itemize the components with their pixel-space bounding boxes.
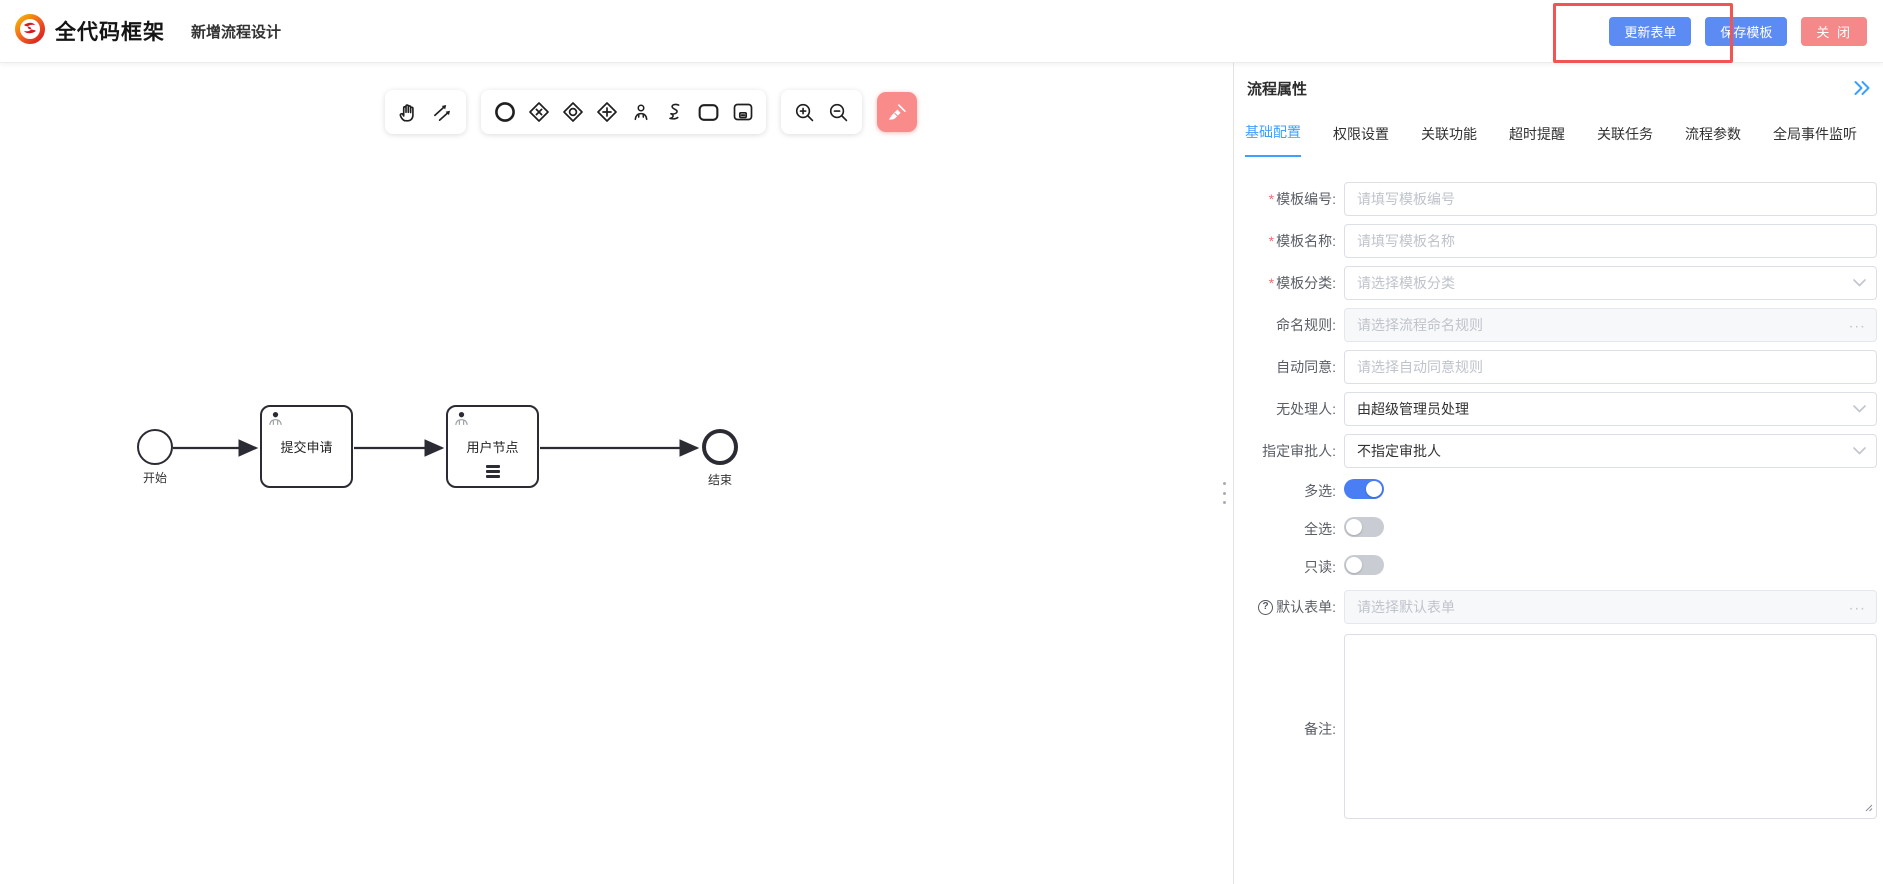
task-label: 用户节点 — [466, 437, 518, 456]
multi-select-toggle[interactable] — [1344, 479, 1384, 499]
auto-agree-input[interactable] — [1344, 350, 1877, 384]
tab-timeout-reminder[interactable]: 超时提醒 — [1509, 124, 1565, 157]
page-title: 新增流程设计 — [191, 21, 281, 42]
read-only-toggle[interactable] — [1344, 555, 1384, 575]
no-handler-select[interactable] — [1344, 392, 1877, 426]
chevron-down-icon — [1853, 447, 1866, 455]
field-label: 无处理人: — [1234, 399, 1344, 419]
field-label: *模板编号: — [1234, 189, 1344, 209]
field-label: *模板分类: — [1234, 273, 1344, 293]
task-node-submit[interactable]: 提交申请 — [260, 405, 353, 488]
field-label: 自动同意: — [1234, 357, 1344, 377]
end-event-label: 结束 — [690, 471, 750, 488]
naming-rule-picker[interactable] — [1344, 308, 1877, 342]
field-label: 备注: — [1234, 719, 1344, 739]
tab-global-event-listener[interactable]: 全局事件监听 — [1773, 124, 1857, 157]
form-row-template-category: *模板分类: — [1234, 266, 1877, 300]
update-form-button[interactable]: 更新表单 — [1609, 17, 1691, 46]
assigned-approver-select[interactable] — [1344, 434, 1877, 468]
form-row-remarks: 备注: — [1234, 634, 1877, 824]
main-area: 开始 提交申请 用户节点 结束 流程属性 — [0, 63, 1883, 884]
app-name: 全代码框架 — [55, 16, 165, 46]
start-event-node[interactable] — [137, 429, 173, 465]
user-task-icon[interactable] — [625, 93, 656, 131]
remarks-textarea[interactable] — [1344, 634, 1877, 819]
zoom-in-icon[interactable] — [789, 93, 820, 131]
form-row-template-code: *模板编号: — [1234, 182, 1877, 216]
form-row-auto-agree: 自动同意: — [1234, 350, 1877, 384]
panel-resize-handle[interactable] — [1220, 482, 1228, 504]
field-label: ? 默认表单: — [1234, 597, 1344, 617]
gateway-inclusive-icon[interactable] — [557, 93, 588, 131]
properties-panel: 流程属性 基础配置 权限设置 关联功能 超时提醒 关联任务 流程参数 全局事件监… — [1233, 63, 1883, 884]
connect-tool-icon[interactable] — [427, 93, 458, 131]
app-header: 全代码框架 新增流程设计 更新表单 保存模板 关 闭 — [0, 0, 1883, 63]
tab-related-functions[interactable]: 关联功能 — [1421, 124, 1477, 157]
task-label: 提交申请 — [280, 437, 332, 456]
field-label: 只读: — [1234, 557, 1344, 577]
save-template-button[interactable]: 保存模板 — [1705, 17, 1787, 46]
form-row-template-name: *模板名称: — [1234, 224, 1877, 258]
form-row-multi-select: 多选: — [1234, 476, 1877, 506]
panel-tabs: 基础配置 权限设置 关联功能 超时提醒 关联任务 流程参数 全局事件监听 — [1234, 122, 1883, 157]
end-event-node[interactable] — [702, 429, 738, 465]
user-task-badge-icon — [267, 410, 284, 430]
toolbar-group-zoom — [781, 90, 862, 134]
form-row-select-all: 全选: — [1234, 514, 1877, 544]
field-label: 指定审批人: — [1234, 441, 1344, 461]
app-logo: 全代码框架 — [14, 13, 165, 50]
gateway-exclusive-icon[interactable] — [523, 93, 554, 131]
bpmn-toolbar — [385, 90, 917, 134]
multi-instance-icon — [486, 465, 500, 478]
gateway-parallel-icon[interactable] — [591, 93, 622, 131]
field-label: 命名规则: — [1234, 315, 1344, 335]
template-category-select[interactable] — [1344, 266, 1877, 300]
help-icon[interactable]: ? — [1258, 600, 1273, 615]
form-row-default-form: ? 默认表单: ... — [1234, 590, 1877, 624]
subprocess-icon[interactable] — [727, 93, 758, 131]
script-task-icon[interactable] — [659, 93, 690, 131]
panel-title: 流程属性 — [1247, 78, 1307, 99]
form-row-no-handler: 无处理人: — [1234, 392, 1877, 426]
zoom-out-icon[interactable] — [823, 93, 854, 131]
template-name-input[interactable] — [1344, 224, 1877, 258]
ellipsis-icon[interactable]: ... — [1849, 597, 1866, 614]
field-label: *模板名称: — [1234, 231, 1344, 251]
chevron-down-icon — [1853, 405, 1866, 413]
chevron-down-icon — [1853, 279, 1866, 287]
header-actions: 更新表单 保存模板 关 闭 — [1609, 17, 1869, 46]
field-label: 多选: — [1234, 481, 1344, 501]
toolbar-group-cursor — [385, 90, 466, 134]
clear-canvas-button[interactable] — [877, 92, 917, 132]
tab-basic-config[interactable]: 基础配置 — [1245, 122, 1301, 157]
flow-canvas[interactable]: 开始 提交申请 用户节点 结束 — [0, 63, 1233, 884]
hand-tool-icon[interactable] — [393, 93, 424, 131]
panel-header: 流程属性 — [1234, 63, 1883, 101]
task-node-user[interactable]: 用户节点 — [446, 405, 539, 488]
task-icon[interactable] — [693, 93, 724, 131]
start-event-label: 开始 — [125, 469, 185, 486]
tab-process-params[interactable]: 流程参数 — [1685, 124, 1741, 157]
start-event-icon[interactable] — [489, 93, 520, 131]
form-row-assigned-approver: 指定审批人: — [1234, 434, 1877, 468]
tab-permission-settings[interactable]: 权限设置 — [1333, 124, 1389, 157]
tab-related-tasks[interactable]: 关联任务 — [1597, 124, 1653, 157]
collapse-panel-button[interactable] — [1851, 78, 1873, 101]
template-code-input[interactable] — [1344, 182, 1877, 216]
field-label: 全选: — [1234, 519, 1344, 539]
ellipsis-icon[interactable]: ... — [1849, 315, 1866, 332]
default-form-picker[interactable] — [1344, 590, 1877, 624]
toolbar-group-shapes — [481, 90, 766, 134]
user-task-badge-icon — [453, 410, 470, 430]
select-all-toggle[interactable] — [1344, 517, 1384, 537]
close-button[interactable]: 关 闭 — [1801, 17, 1867, 46]
logo-icon — [14, 13, 46, 50]
form-row-read-only: 只读: — [1234, 552, 1877, 582]
form-row-naming-rule: 命名规则: ... — [1234, 308, 1877, 342]
basic-config-form: *模板编号: *模板名称: *模板分类: 命名规则: ... — [1234, 182, 1883, 824]
